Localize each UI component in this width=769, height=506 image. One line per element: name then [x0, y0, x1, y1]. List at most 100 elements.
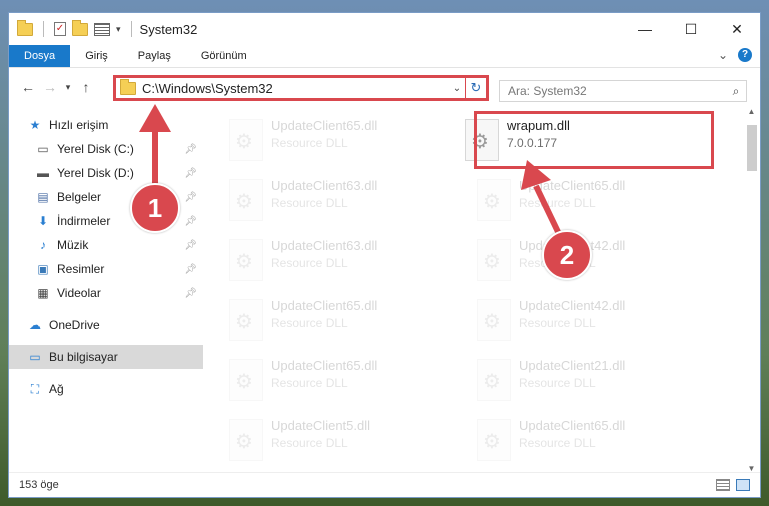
computer-icon: ▭	[29, 350, 41, 364]
download-icon: ⬇	[37, 214, 49, 228]
details-view-icon[interactable]	[716, 479, 730, 491]
tab-home[interactable]: Giriş	[70, 45, 123, 67]
file-name: UpdateClient63.dll	[271, 238, 378, 253]
sidebar-item-network[interactable]: ⛶ Ağ	[9, 377, 203, 401]
search-box[interactable]: Ara: System32 ⌕	[499, 80, 747, 102]
file-name: UpdateClient65.dll	[519, 418, 626, 433]
vertical-scrollbar[interactable]: ▲ ▼	[743, 105, 760, 475]
tiles-view-icon[interactable]	[736, 479, 750, 491]
forward-arrow-icon[interactable]: →	[39, 79, 61, 95]
search-icon[interactable]: ⌕	[726, 84, 746, 99]
file-detail: Resource DLL	[271, 256, 348, 270]
sidebar-item-pictures[interactable]: ▣ Resimler 📌︎	[9, 257, 203, 281]
file-name: UpdateClient21.dll	[519, 358, 626, 373]
file-detail: Resource DLL	[271, 316, 348, 330]
view-options-icon[interactable]	[94, 22, 110, 36]
file-item[interactable]: UpdateClient65.dll Resource DLL	[455, 175, 695, 235]
window-title: System32	[139, 21, 198, 37]
file-detail: Resource DLL	[519, 316, 596, 330]
callout-badge-2: 2	[542, 230, 592, 280]
dll-file-icon	[477, 179, 511, 221]
network-icon: ⛶	[30, 381, 40, 396]
file-item[interactable]: UpdateClient21.dll Resource DLL	[455, 355, 695, 415]
file-item[interactable]: UpdateClient65.dll Resource DLL	[207, 355, 447, 415]
sidebar-item-music[interactable]: ♪ Müzik 📌︎	[9, 233, 203, 257]
file-item[interactable]: UpdateClient65.dll Resource DLL	[455, 415, 695, 475]
divider	[43, 21, 44, 37]
sidebar-item-this-pc[interactable]: ▭ Bu bilgisayar	[9, 345, 203, 369]
file-item[interactable]: UpdateClient63.dll Resource DLL	[207, 235, 447, 295]
file-item[interactable]: UpdateClient42.dll Resource DLL	[455, 295, 695, 355]
file-detail: Resource DLL	[519, 196, 596, 210]
file-item[interactable]: UpdateClient5.dll Resource DLL	[207, 415, 447, 475]
video-icon: ▦	[37, 286, 49, 300]
file-name: UpdateClient65.dll	[519, 178, 626, 193]
sidebar-item-label: Belgeler	[57, 190, 102, 204]
file-name: UpdateClient65.dll	[271, 118, 378, 133]
pictures-icon: ▣	[37, 262, 49, 276]
pin-icon[interactable]: 📌︎	[184, 288, 197, 299]
sidebar-item-local-disk-d[interactable]: ▬ Yerel Disk (D:) 📌︎	[9, 161, 203, 185]
properties-check-icon[interactable]: ✓	[54, 22, 66, 36]
file-detail: Resource DLL	[271, 136, 348, 150]
dll-file-icon	[229, 299, 263, 341]
file-detail: Resource DLL	[271, 196, 348, 210]
address-path[interactable]: C:\Windows\System32	[142, 81, 449, 96]
file-item[interactable]: UpdateClient63.dll Resource DLL	[207, 175, 447, 235]
maximize-button[interactable]: ☐	[668, 13, 714, 45]
star-icon: ★	[29, 118, 41, 132]
callout-badge-1: 1	[130, 183, 180, 233]
file-detail: Resource DLL	[271, 436, 348, 450]
sidebar-item-label: Bu bilgisayar	[49, 350, 118, 364]
title-bar: ✓ ▾ System32 — ☐ ✕	[9, 13, 760, 45]
address-bar[interactable]: C:\Windows\System32 ⌄ ↻	[113, 75, 489, 101]
dll-file-icon	[229, 239, 263, 281]
file-item[interactable]: UpdateClient65.dll Resource DLL	[207, 295, 447, 355]
sidebar-item-label: İndirmeler	[57, 214, 111, 228]
pin-icon[interactable]: 📌︎	[184, 216, 197, 227]
file-name: UpdateClient65.dll	[271, 358, 378, 373]
sidebar-item-label: Yerel Disk (C:)	[57, 142, 134, 156]
tab-view[interactable]: Görünüm	[186, 45, 262, 67]
file-item[interactable]: UpdateClient65.dll Resource DLL	[207, 115, 447, 175]
sidebar-item-onedrive[interactable]: ☁ OneDrive	[9, 313, 203, 337]
ribbon-tabs: Dosya Giriş Paylaş Görünüm ⌄ ?	[9, 45, 760, 68]
explorer-window: ✓ ▾ System32 — ☐ ✕ Dosya Giriş Paylaş Gö…	[8, 12, 761, 498]
pin-icon[interactable]: 📌︎	[184, 240, 197, 251]
pin-icon[interactable]: 📌︎	[184, 168, 197, 179]
item-count: 153 öge	[19, 479, 59, 491]
refresh-icon[interactable]: ↻	[465, 78, 486, 98]
minimize-button[interactable]: —	[622, 13, 668, 45]
music-icon: ♪	[40, 238, 46, 252]
pin-icon[interactable]: 📌︎	[184, 192, 197, 203]
dll-file-icon	[229, 119, 263, 161]
ribbon-expand-icon[interactable]: ⌄	[718, 48, 728, 62]
sidebar-item-videos[interactable]: ▦ Videolar 📌︎	[9, 281, 203, 305]
chevron-down-icon[interactable]: ⌄	[449, 83, 465, 94]
scroll-thumb[interactable]	[747, 125, 757, 171]
close-button[interactable]: ✕	[714, 13, 760, 45]
navigation-bar: ← → ▾ ↑ C:\Windows\System32 ⌄ ↻ Ara: Sys…	[9, 68, 760, 106]
sidebar-item-local-disk-c[interactable]: ▭ Yerel Disk (C:) 📌︎	[9, 137, 203, 161]
new-folder-icon[interactable]	[72, 19, 88, 36]
documents-icon: ▤	[37, 190, 49, 204]
pin-icon[interactable]: 📌︎	[184, 144, 197, 155]
tab-file[interactable]: Dosya	[9, 45, 71, 67]
dll-file-icon	[477, 239, 511, 281]
sidebar-item-label: Müzik	[57, 238, 89, 252]
customize-dropdown-icon[interactable]: ▾	[116, 24, 121, 35]
back-arrow-icon[interactable]: ←	[17, 79, 39, 95]
scroll-up-icon[interactable]: ▲	[743, 107, 760, 116]
sidebar-item-label: Videolar	[57, 286, 101, 300]
pin-icon[interactable]: 📌︎	[184, 264, 197, 275]
up-arrow-icon[interactable]: ↑	[75, 79, 97, 95]
tab-share[interactable]: Paylaş	[123, 45, 186, 67]
search-input[interactable]: Ara: System32	[500, 84, 726, 98]
recent-dropdown-icon[interactable]: ▾	[61, 82, 75, 93]
status-bar: 153 öge	[9, 472, 760, 497]
sidebar-item-quick-access[interactable]: ★ Hızlı erişim	[9, 113, 203, 137]
dll-file-icon	[229, 179, 263, 221]
help-icon[interactable]: ?	[738, 48, 752, 62]
drive-icon: ▬	[37, 166, 49, 180]
file-detail: Resource DLL	[271, 376, 348, 390]
